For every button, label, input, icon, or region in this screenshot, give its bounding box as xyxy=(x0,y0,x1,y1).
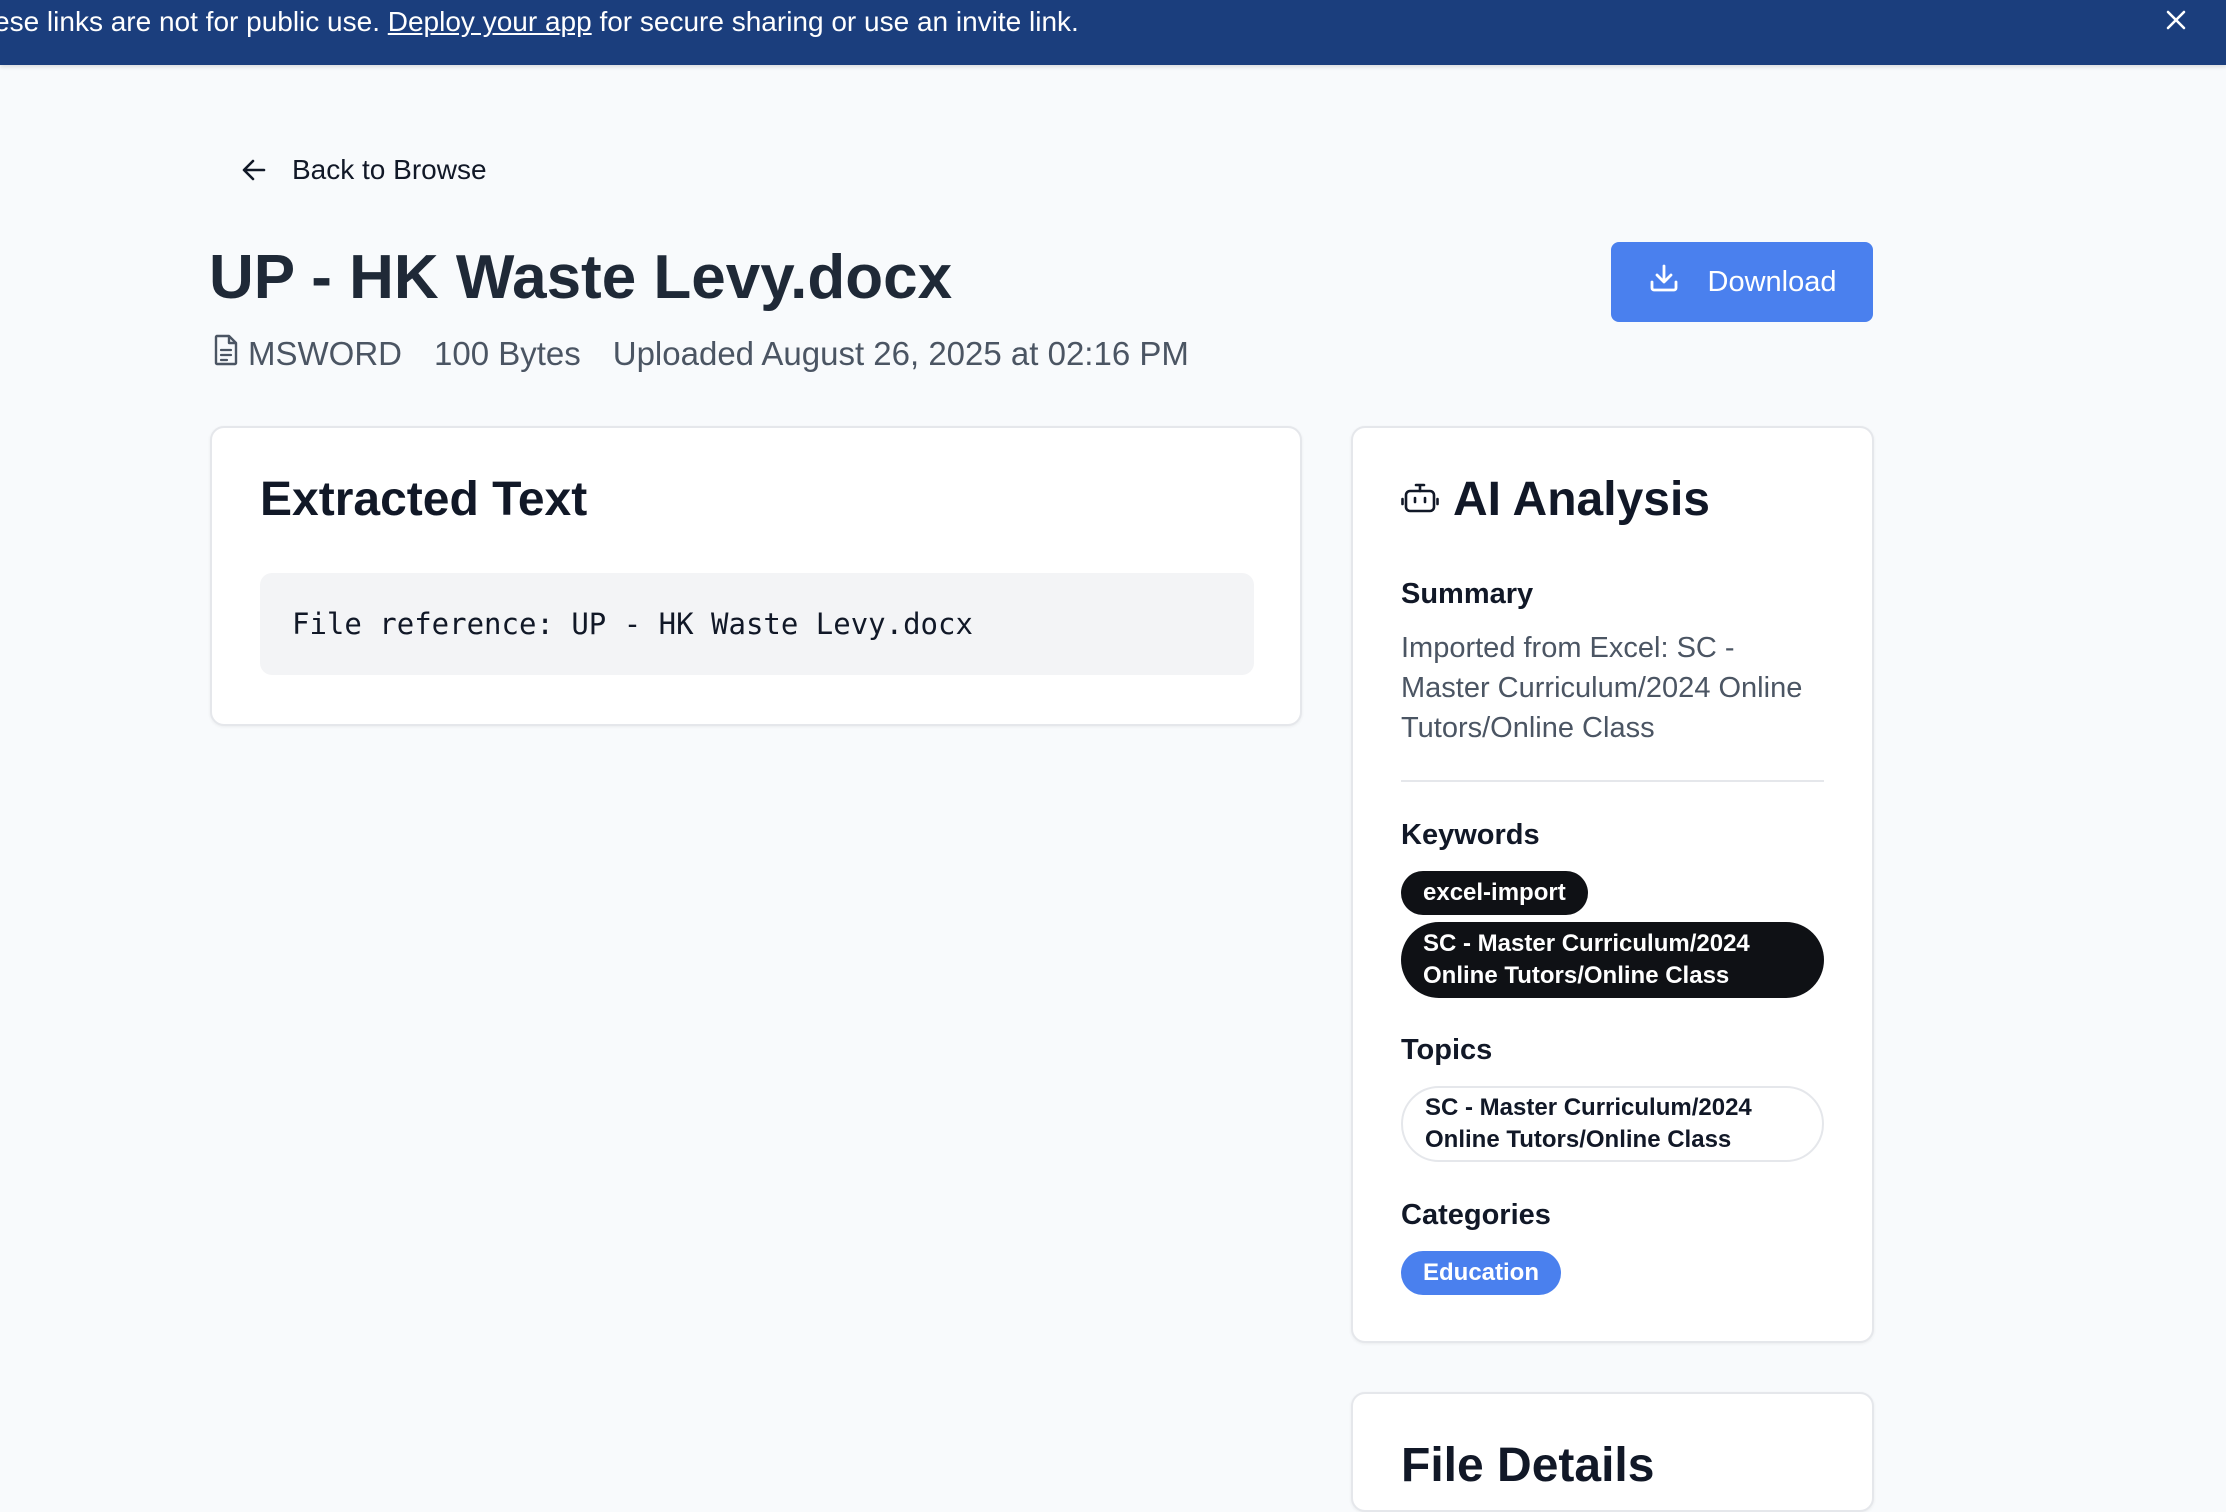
download-icon xyxy=(1648,262,1680,302)
extracted-text-heading: Extracted Text xyxy=(260,473,588,526)
banner-text-before: ese links are not for public use. xyxy=(0,6,388,37)
download-button[interactable]: Download xyxy=(1611,242,1873,322)
summary-text: Imported from Excel: SC - Master Curricu… xyxy=(1401,632,1803,744)
ai-analysis-header: AI Analysis xyxy=(1401,470,1710,530)
back-label: Back to Browse xyxy=(292,154,487,185)
summary-label: Summary xyxy=(1401,578,1534,610)
document-meta: MSWORD 100 Bytes Uploaded August 26, 202… xyxy=(212,334,1189,374)
ai-analysis-card: AI Analysis Summary Imported from Excel:… xyxy=(1351,426,1874,1343)
download-label: Download xyxy=(1707,265,1837,298)
extracted-text-content: File reference: UP - HK Waste Levy.docx xyxy=(260,573,1254,675)
upload-date: Uploaded August 26, 2025 at 02:16 PM xyxy=(612,335,1189,372)
banner-message: ese links are not for public use. Deploy… xyxy=(0,4,1079,40)
robot-icon xyxy=(1401,479,1439,522)
ai-analysis-heading: AI Analysis xyxy=(1453,473,1710,526)
document-icon xyxy=(212,334,240,374)
divider xyxy=(1401,780,1824,782)
deploy-app-link[interactable]: Deploy your app xyxy=(388,6,592,37)
keyword-badge[interactable]: excel-import xyxy=(1401,871,1588,915)
arrow-left-icon xyxy=(240,156,268,184)
close-icon[interactable] xyxy=(2162,6,2190,34)
keywords-label: Keywords xyxy=(1401,819,1540,851)
keyword-badge[interactable]: SC - Master Curriculum/2024 Online Tutor… xyxy=(1401,922,1824,998)
topic-badge[interactable]: SC - Master Curriculum/2024 Online Tutor… xyxy=(1401,1086,1824,1162)
file-details-heading: File Details xyxy=(1401,1439,1655,1492)
topics-label: Topics xyxy=(1401,1034,1493,1066)
extracted-text-card: Extracted Text File reference: UP - HK W… xyxy=(210,426,1302,726)
banner-text-after: for secure sharing or use an invite link… xyxy=(591,6,1079,37)
file-type: MSWORD xyxy=(248,335,402,372)
back-to-browse-link[interactable]: Back to Browse xyxy=(240,150,487,190)
deploy-banner: ese links are not for public use. Deploy… xyxy=(0,0,2226,65)
file-size: 100 Bytes xyxy=(433,335,581,372)
categories-label: Categories xyxy=(1401,1199,1551,1231)
file-details-card: File Details xyxy=(1351,1392,1874,1512)
category-badge[interactable]: Education xyxy=(1401,1251,1562,1295)
page-title: UP - HK Waste Levy.docx xyxy=(209,243,953,312)
